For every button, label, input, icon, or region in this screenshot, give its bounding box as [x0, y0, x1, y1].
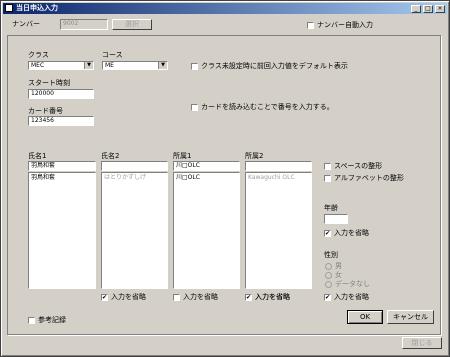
gender-radio-none[interactable]: [325, 281, 332, 288]
name2-list[interactable]: はとりかずしげ: [101, 172, 168, 289]
auto-number-checkbox[interactable]: [307, 22, 314, 29]
start-time-field[interactable]: 120000: [28, 89, 94, 99]
affil1-field[interactable]: 川□OLC: [173, 161, 240, 171]
reference-record-checkbox[interactable]: [28, 317, 35, 324]
gender-option-male: 男: [335, 262, 342, 270]
maximize-button[interactable]: □: [423, 5, 433, 13]
age-omit-label: 入力を省略: [334, 229, 369, 237]
reference-record-label: 参考記録: [38, 316, 66, 324]
alphabet-format-checkbox[interactable]: [324, 175, 331, 182]
list-item[interactable]: 羽鳥和套: [31, 174, 93, 182]
list-item[interactable]: Kawaguchi OLC: [248, 174, 309, 182]
affil1-label: 所属1: [173, 152, 192, 160]
affil2-label: 所属2: [245, 152, 264, 160]
chevron-down-icon[interactable]: ▼: [158, 62, 167, 69]
name1-list[interactable]: 羽鳥和套: [28, 172, 96, 289]
name2-label: 氏名2: [101, 152, 120, 160]
number-label: ナンバー: [12, 20, 40, 28]
title-bar: 当日申込入力 _ □ ×: [3, 3, 447, 14]
gender-label: 性別: [324, 251, 338, 259]
course-select[interactable]: ME ▼: [102, 61, 168, 70]
close-window-button[interactable]: ×: [435, 5, 445, 13]
course-label: コース: [102, 51, 123, 59]
name2-omit-label: 入力を省略: [183, 293, 218, 301]
chevron-down-icon[interactable]: ▼: [84, 62, 93, 69]
age-label: 年齢: [324, 204, 338, 212]
name1-label: 氏名1: [28, 152, 47, 160]
space-format-checkbox[interactable]: [324, 163, 331, 170]
name2-field[interactable]: [101, 161, 168, 171]
cancel-button[interactable]: キャンセル: [387, 310, 434, 324]
affil2-omit-checkbox[interactable]: ✔: [245, 294, 252, 301]
card-read-checkbox[interactable]: [191, 104, 198, 111]
gender-radio-female[interactable]: [325, 272, 332, 279]
ok-button[interactable]: OK: [347, 310, 383, 324]
number-select-button[interactable]: 選択: [112, 19, 152, 30]
class-label: クラス: [28, 51, 49, 59]
close-button[interactable]: 閉じる: [402, 337, 442, 349]
number-field[interactable]: 9002: [60, 19, 108, 30]
affil1-list[interactable]: 川□OLC: [173, 172, 240, 289]
age-omit-checkbox[interactable]: ✔: [324, 230, 331, 237]
app-icon: [5, 4, 13, 12]
affil2-omit-label: 入力を省略: [255, 293, 290, 301]
name1-field[interactable]: 羽鳥和套: [28, 161, 96, 171]
affil2-field[interactable]: [245, 161, 312, 171]
auto-number-label: ナンバー自動入力: [317, 21, 373, 29]
card-read-label: カードを読み込むことで番号を入力する。: [201, 103, 334, 111]
course-selected: ME: [105, 62, 114, 69]
name2-omit-checkbox[interactable]: [173, 294, 180, 301]
card-number-label: カード番号: [28, 107, 63, 115]
affil2-list[interactable]: Kawaguchi OLC: [245, 172, 312, 289]
name1-omit-label: 入力を省略: [111, 293, 146, 301]
space-format-label: スペースの整形: [334, 162, 383, 170]
start-time-label: スタート時刻: [28, 79, 70, 87]
gender-option-none: データなし: [335, 280, 370, 288]
alphabet-format-label: アルファベットの整形: [334, 174, 404, 182]
list-item[interactable]: 川□OLC: [176, 174, 237, 182]
card-number-field[interactable]: 123456: [28, 116, 94, 126]
entry-window: 当日申込入力 _ □ × ナンバー 9002 選択 ナンバー自動入力 クラス M…: [0, 0, 450, 357]
class-default-checkbox[interactable]: [191, 63, 198, 70]
gender-option-female: 女: [335, 271, 342, 279]
gender-omit-checkbox[interactable]: ✔: [324, 294, 331, 301]
gender-radio-male[interactable]: [325, 263, 332, 270]
age-field[interactable]: [324, 214, 348, 224]
minimize-button[interactable]: _: [411, 5, 421, 13]
class-select[interactable]: MEC ▼: [28, 61, 94, 70]
gender-omit-label: 入力を省略: [334, 293, 369, 301]
class-selected: MEC: [31, 62, 45, 69]
window-title: 当日申込入力: [16, 4, 58, 12]
class-default-label: クラス未設定時に前回入力値をデフォルト表示: [201, 62, 348, 70]
list-item[interactable]: はとりかずしげ: [104, 174, 165, 182]
name1-omit-checkbox[interactable]: ✔: [101, 294, 108, 301]
